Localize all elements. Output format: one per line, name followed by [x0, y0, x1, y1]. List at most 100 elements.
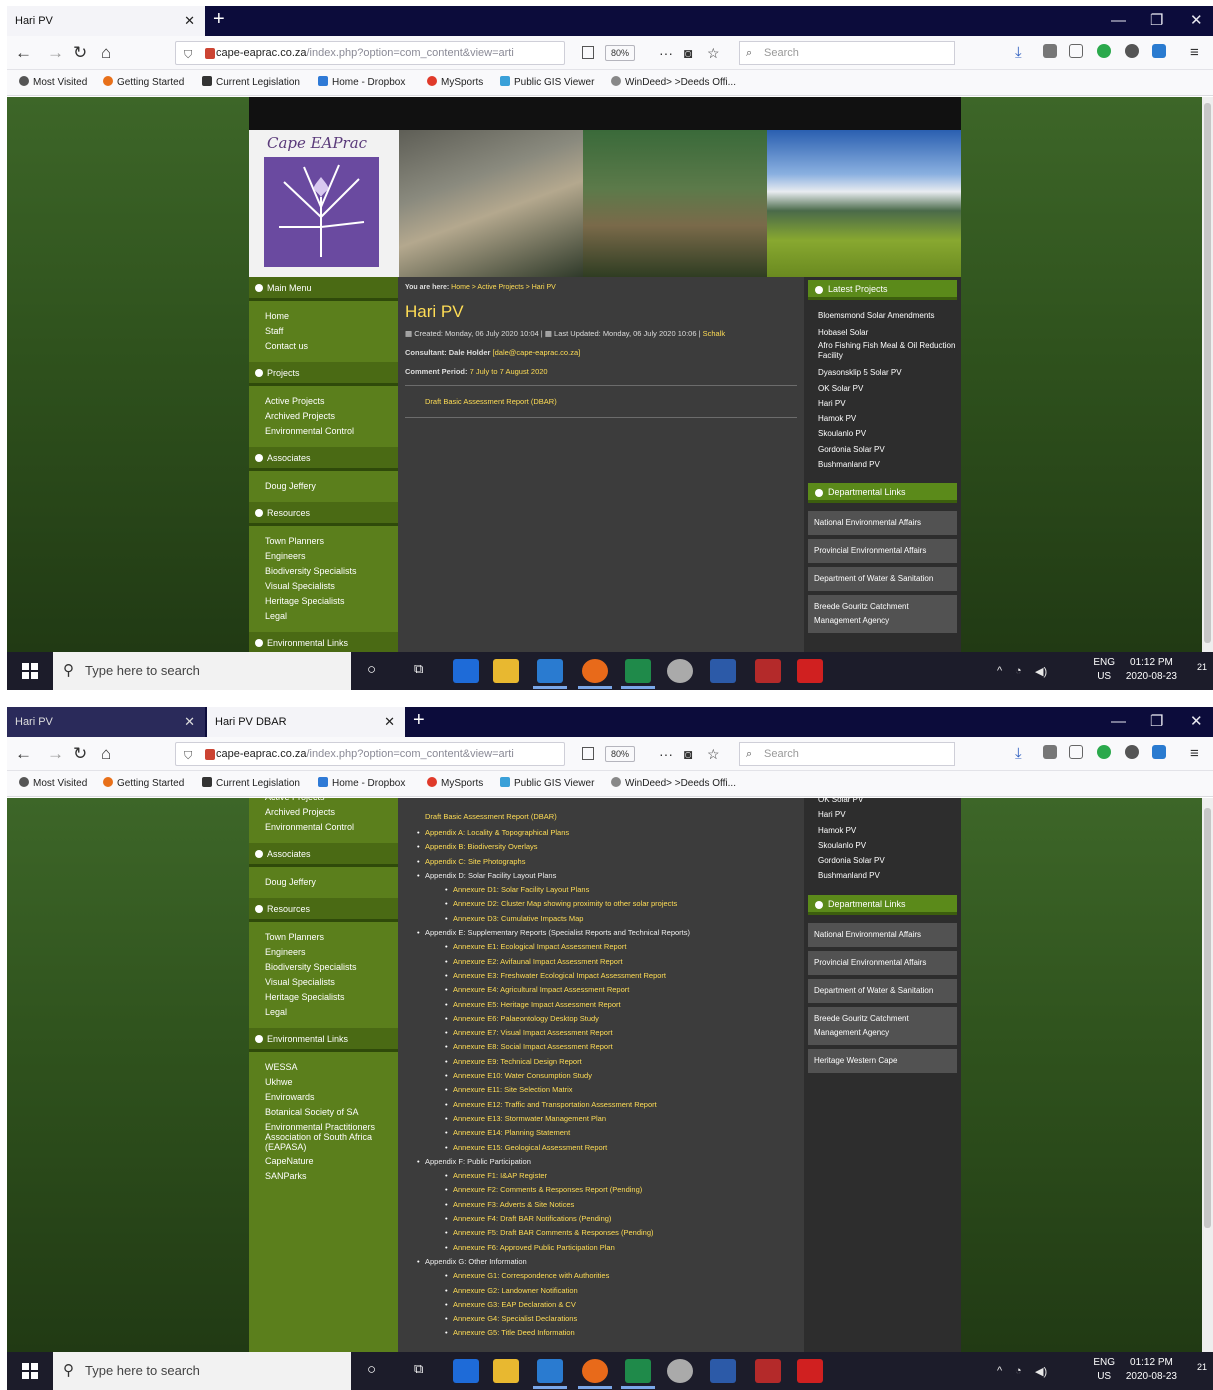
menu-doug-jeffery[interactable]: Doug Jeffery	[265, 479, 398, 494]
annexure-link[interactable]: Annexure E10: Water Consumption Study	[453, 1071, 592, 1080]
annexure-link[interactable]: Annexure F4: Draft BAR Notifications (Pe…	[453, 1214, 611, 1223]
extension-green-icon[interactable]	[1097, 44, 1111, 58]
menu-legal[interactable]: Legal	[265, 609, 398, 624]
annexure-item[interactable]: Annexure F2: Comments & Responses Report…	[445, 1183, 803, 1198]
app-icon[interactable]	[667, 659, 693, 683]
tab-hari-pv[interactable]: Hari PV ✕	[7, 707, 205, 737]
draft-report-link[interactable]: Draft Basic Assessment Report (DBAR)	[399, 392, 803, 411]
url-bar[interactable]: cape-eaprac.co.za/index.php?option=com_c…	[175, 41, 565, 65]
dept-link[interactable]: Heritage Western Cape	[808, 1048, 957, 1073]
word-icon[interactable]	[710, 1359, 736, 1383]
annexure-item[interactable]: Annexure E7: Visual Impact Assessment Re…	[445, 1026, 803, 1041]
extension-green-icon[interactable]	[1097, 745, 1111, 759]
shield-icon[interactable]: ⛉	[184, 750, 192, 763]
annexure-item[interactable]: Annexure E15: Geological Assessment Repo…	[445, 1141, 803, 1156]
menu-visual[interactable]: Visual Specialists	[265, 579, 398, 594]
bookmark-getting-started[interactable]: Getting Started	[103, 771, 184, 797]
annexure-link[interactable]: Annexure F3: Adverts & Site Notices	[453, 1200, 574, 1209]
restore-icon[interactable]: ❐	[1150, 6, 1163, 36]
logo[interactable]: Cape EAPrac	[249, 130, 399, 277]
account-icon[interactable]	[1125, 44, 1139, 58]
bookmark-gis-viewer[interactable]: Public GIS Viewer	[500, 771, 594, 797]
annexure-item[interactable]: Annexure E6: Palaeontology Desktop Study	[445, 1012, 803, 1027]
appendix-label[interactable]: Appendix B: Biodiversity Overlays	[425, 842, 538, 851]
firefox-icon[interactable]	[582, 659, 608, 683]
language-indicator[interactable]: ENG US	[1093, 656, 1115, 684]
notification-badge[interactable]: 21	[1197, 662, 1207, 672]
bookmark-most-visited[interactable]: Most Visited	[19, 70, 87, 96]
network-icon[interactable]: ◔	[1015, 1365, 1022, 1377]
annexure-item[interactable]: Annexure G5: Title Deed Information	[445, 1326, 803, 1341]
restore-icon[interactable]: ❐	[1150, 707, 1163, 737]
bookmark-current-legislation[interactable]: Current Legislation	[202, 771, 300, 797]
annexure-link[interactable]: Annexure E12: Traffic and Transportation…	[453, 1100, 657, 1109]
excel-icon[interactable]	[625, 659, 651, 683]
latest-project-item[interactable]: Bushmanland PV	[818, 868, 961, 883]
annexure-link[interactable]: Annexure D1: Solar Facility Layout Plans	[453, 885, 589, 894]
reload-icon[interactable]: ↻	[73, 42, 87, 64]
appendix-label[interactable]: Appendix C: Site Photographs	[425, 857, 525, 866]
back-icon[interactable]: ←	[15, 743, 32, 765]
annexure-link[interactable]: Annexure F1: I&AP Register	[453, 1171, 547, 1180]
annexure-item[interactable]: Annexure E14: Planning Statement	[445, 1126, 803, 1141]
consultant-email[interactable]: [dale@cape-eaprac.co.za]	[493, 348, 581, 357]
minimize-icon[interactable]: —	[1111, 707, 1126, 737]
appendix-item[interactable]: Appendix A: Locality & Topographical Pla…	[417, 826, 803, 841]
volume-icon[interactable]: ◀)	[1035, 665, 1047, 678]
language-indicator[interactable]: ENG US	[1093, 1356, 1115, 1384]
env-link-ukhwe[interactable]: Ukhwe	[265, 1075, 398, 1090]
vertical-scrollbar[interactable]	[1202, 97, 1213, 652]
annexure-link[interactable]: Annexure E5: Heritage Impact Assessment …	[453, 1000, 621, 1009]
download-icon[interactable]: ⤓	[1015, 42, 1022, 64]
menu-contact[interactable]: Contact us	[265, 339, 398, 354]
shield-icon[interactable]: ⛉	[184, 49, 192, 62]
annexure-item[interactable]: Annexure D3: Cumulative Impacts Map	[445, 912, 803, 927]
menu-biodiversity[interactable]: Biodiversity Specialists	[265, 960, 398, 975]
menu-heritage[interactable]: Heritage Specialists	[265, 990, 398, 1005]
taskbar-search-input[interactable]: ⚲ Type here to search	[53, 1352, 351, 1390]
clock[interactable]: 01:12 PM 2020-08-23	[1126, 1356, 1177, 1384]
annexure-item[interactable]: Annexure F3: Adverts & Site Notices	[445, 1198, 803, 1213]
annexure-link[interactable]: Annexure E8: Social Impact Assessment Re…	[453, 1042, 613, 1051]
menu-town-planners[interactable]: Town Planners	[265, 534, 398, 549]
page-actions-icon[interactable]: ···	[659, 42, 673, 64]
menu-active-projects[interactable]: Active Projects	[265, 394, 398, 409]
library-icon[interactable]	[1043, 745, 1057, 759]
clock[interactable]: 01:12 PM 2020-08-23	[1126, 656, 1177, 684]
bookmark-getting-started[interactable]: Getting Started	[103, 70, 184, 96]
home-icon[interactable]: ⌂	[101, 743, 111, 765]
annexure-link[interactable]: Annexure G3: EAP Declaration & CV	[453, 1300, 576, 1309]
menu-biodiversity[interactable]: Biodiversity Specialists	[265, 564, 398, 579]
latest-project-item[interactable]: Hari PV	[818, 807, 961, 822]
word-icon[interactable]	[710, 659, 736, 683]
annexure-link[interactable]: Annexure E13: Stormwater Management Plan	[453, 1114, 606, 1123]
forward-icon[interactable]: →	[47, 42, 64, 64]
latest-project-item[interactable]: Bushmanland PV	[818, 457, 961, 472]
appendix-item[interactable]: Appendix C: Site Photographs	[417, 855, 803, 870]
annexure-item[interactable]: Annexure G1: Correspondence with Authori…	[445, 1269, 803, 1284]
dept-link[interactable]: Department of Water & Sanitation	[808, 978, 957, 1003]
annexure-item[interactable]: Annexure E3: Freshwater Ecological Impac…	[445, 969, 803, 984]
latest-project-item[interactable]: Hamok PV	[818, 411, 961, 426]
annexure-link[interactable]: Annexure E2: Avifaunal Impact Assessment…	[453, 957, 623, 966]
menu-town-planners[interactable]: Town Planners	[265, 930, 398, 945]
minimize-icon[interactable]: —	[1111, 6, 1126, 36]
latest-project-item[interactable]: Skoulanlo PV	[818, 426, 961, 441]
appendix-label[interactable]: Appendix A: Locality & Topographical Pla…	[425, 828, 569, 837]
bookmark-dropbox[interactable]: Home - Dropbox	[318, 771, 405, 797]
cortana-icon[interactable]: ○	[367, 661, 376, 678]
dept-link[interactable]: Department of Water & Sanitation	[808, 567, 957, 592]
pocket-icon[interactable]: ◙	[684, 42, 692, 64]
annexure-link[interactable]: Annexure G1: Correspondence with Authori…	[453, 1271, 609, 1280]
annexure-link[interactable]: Annexure E9: Technical Design Report	[453, 1057, 582, 1066]
account-icon[interactable]	[1125, 745, 1139, 759]
bookmark-dropbox[interactable]: Home - Dropbox	[318, 70, 405, 96]
env-link-sanparks[interactable]: SANParks	[265, 1169, 398, 1184]
annexure-item[interactable]: Annexure D2: Cluster Map showing proximi…	[445, 897, 803, 912]
annexure-item[interactable]: Annexure G2: Landowner Notification	[445, 1284, 803, 1299]
menu-home[interactable]: Home	[265, 309, 398, 324]
menu-icon[interactable]: ≡	[1190, 42, 1199, 64]
pocket-icon[interactable]: ◙	[684, 743, 692, 765]
firefox-icon[interactable]	[582, 1359, 608, 1383]
reload-icon[interactable]: ↻	[73, 743, 87, 765]
